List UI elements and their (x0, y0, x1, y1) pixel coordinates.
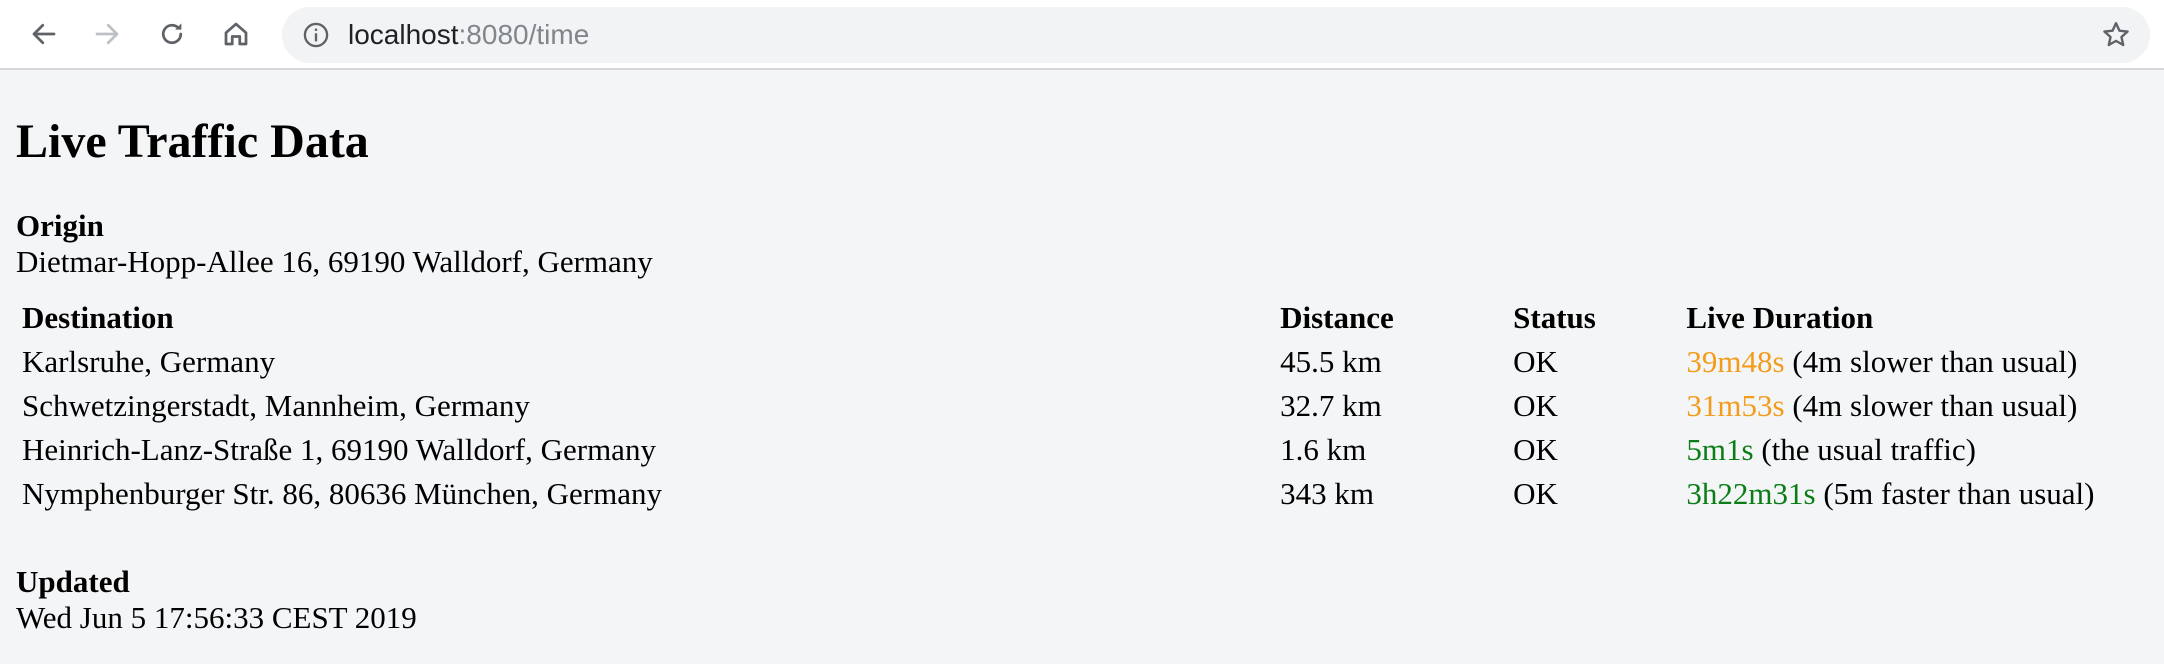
updated-value: Wed Jun 5 17:56:33 CEST 2019 (16, 600, 417, 635)
distance-cell: 32.7 km (1280, 388, 1382, 423)
duration-note: (the usual traffic) (1753, 432, 1976, 467)
duration-value: 31m53s (1686, 388, 1785, 423)
table-row: Karlsruhe, Germany 45.5 km OK 39m48s (4m… (22, 340, 2146, 384)
duration-note: (4m slower than usual) (1784, 344, 2078, 379)
destination-cell: Nymphenburger Str. 86, 80636 München, Ge… (22, 476, 662, 511)
live-duration-cell: 39m48s (4m slower than usual) (1686, 340, 2146, 384)
back-arrow-icon (32, 23, 56, 45)
status-cell: OK (1513, 344, 1558, 379)
home-icon (224, 22, 248, 46)
table-row: Nymphenburger Str. 86, 80636 München, Ge… (22, 472, 2146, 516)
reload-icon (161, 23, 183, 45)
home-button[interactable] (214, 12, 258, 56)
status-cell: OK (1513, 432, 1558, 467)
header-destination: Destination (22, 300, 174, 335)
star-icon[interactable] (2100, 19, 2132, 51)
duration-value: 39m48s (1686, 344, 1785, 379)
table-row: Schwetzingerstadt, Mannheim, Germany 32.… (22, 384, 2146, 428)
reload-button[interactable] (150, 12, 194, 56)
table-header-row: Destination Distance Status Live Duratio… (22, 296, 2146, 340)
traffic-table: Destination Distance Status Live Duratio… (22, 296, 2146, 516)
forward-button[interactable] (85, 12, 129, 56)
header-status: Status (1513, 300, 1596, 335)
live-duration-cell: 3h22m31s (5m faster than usual) (1686, 472, 2146, 516)
page-title: Live Traffic Data (16, 115, 369, 168)
browser-toolbar: localhost:8080/time (0, 0, 2164, 70)
duration-value: 3h22m31s (1686, 476, 1816, 511)
forward-arrow-icon (95, 23, 119, 45)
back-button[interactable] (22, 12, 66, 56)
table-row: Heinrich-Lanz-Straße 1, 69190 Walldorf, … (22, 428, 2146, 472)
live-duration-cell: 5m1s (the usual traffic) (1686, 428, 2146, 472)
duration-note: (5m faster than usual) (1815, 476, 2095, 511)
header-live-duration: Live Duration (1686, 300, 1874, 335)
origin-value: Dietmar-Hopp-Allee 16, 69190 Walldorf, G… (16, 244, 653, 279)
duration-value: 5m1s (1686, 432, 1754, 467)
live-duration-cell: 31m53s (4m slower than usual) (1686, 384, 2146, 428)
destination-cell: Heinrich-Lanz-Straße 1, 69190 Walldorf, … (22, 432, 656, 467)
distance-cell: 343 km (1280, 476, 1374, 511)
origin-label: Origin (16, 208, 104, 243)
destination-cell: Karlsruhe, Germany (22, 344, 276, 379)
distance-cell: 1.6 km (1280, 432, 1367, 467)
url-text[interactable]: localhost:8080/time (348, 7, 589, 63)
distance-cell: 45.5 km (1280, 344, 1382, 379)
url-host: localhost (348, 19, 459, 50)
destination-cell: Schwetzingerstadt, Mannheim, Germany (22, 388, 530, 423)
header-distance: Distance (1280, 300, 1394, 335)
updated-label: Updated (16, 564, 130, 599)
url-path: :8080/time (458, 19, 590, 50)
status-cell: OK (1513, 388, 1558, 423)
duration-note: (4m slower than usual) (1784, 388, 2078, 423)
info-icon[interactable] (302, 21, 330, 49)
address-bar[interactable]: localhost:8080/time (282, 7, 2150, 63)
status-cell: OK (1513, 476, 1558, 511)
